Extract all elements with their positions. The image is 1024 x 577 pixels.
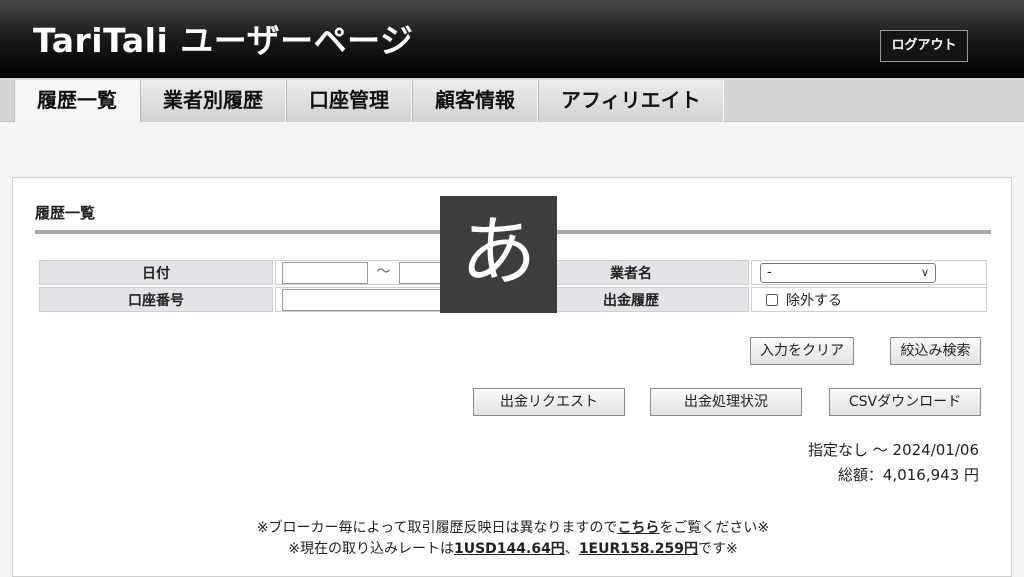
withdraw-history-cell: 除外する xyxy=(751,287,987,312)
date-from-input[interactable] xyxy=(282,261,368,284)
tab-history-list[interactable]: 履歴一覧 xyxy=(14,80,140,122)
notes: ※ブローカー毎によって取引履歴反映日は異なりますのでこちらをご覧ください※ ※現… xyxy=(13,518,1013,560)
eur-rate: 1EUR158.259円 xyxy=(578,541,699,557)
note-1-text-b: をご覧ください※ xyxy=(659,520,770,536)
main-nav: 履歴一覧 業者別履歴 口座管理 顧客情報 アフィリエイト xyxy=(0,78,1024,122)
site-title: TariTali ユーザーページ xyxy=(33,21,414,60)
tab-affiliate[interactable]: アフィリエイト xyxy=(538,80,724,122)
withdraw-status-button[interactable]: 出金処理状況 xyxy=(650,388,802,416)
account-label: 口座番号 xyxy=(39,287,273,312)
broker-select-value: - xyxy=(767,264,772,280)
logout-button[interactable]: ログアウト xyxy=(880,30,968,62)
tab-broker-history[interactable]: 業者別履歴 xyxy=(140,80,286,122)
date-range-summary: 指定なし ～ 2024/01/06 xyxy=(808,441,979,459)
withdraw-request-button[interactable]: 出金リクエスト xyxy=(473,388,625,416)
exclude-label: 除外する xyxy=(786,292,842,309)
header: TariTali ユーザーページ ログアウト xyxy=(0,0,1024,78)
exclude-checkbox[interactable] xyxy=(766,293,778,306)
note-2-text-a: ※現在の取り込みレートは xyxy=(288,541,454,557)
broker-cell: - ∨ xyxy=(751,260,987,285)
panel-title: 履歴一覧 xyxy=(35,204,96,222)
note-line-2: ※現在の取り込みレートは1USD144.64円、1EUR158.259円です※ xyxy=(13,539,1013,560)
ime-indicator: あ xyxy=(440,196,557,313)
usd-rate: 1USD144.64円 xyxy=(453,541,565,557)
reflection-date-link[interactable]: こちら xyxy=(617,520,659,536)
chevron-down-icon: ∨ xyxy=(920,265,929,279)
total-amount: 総額：4,016,943 円 xyxy=(837,466,979,484)
note-1-text-a: ※ブローカー毎によって取引履歴反映日は異なりますので xyxy=(256,520,618,536)
note-line-1: ※ブローカー毎によって取引履歴反映日は異なりますのでこちらをご覧ください※ xyxy=(13,518,1013,539)
tab-account-management[interactable]: 口座管理 xyxy=(286,80,412,122)
totals-summary: 指定なし ～ 2024/01/06 総額：4,016,943 円 xyxy=(808,438,979,488)
nav-tabs: 履歴一覧 業者別履歴 口座管理 顧客情報 アフィリエイト xyxy=(14,80,724,122)
date-separator: ～ xyxy=(376,264,391,281)
note-2-sep: 、 xyxy=(564,541,579,557)
date-label: 日付 xyxy=(39,260,273,285)
note-2-text-b: です※ xyxy=(698,541,738,557)
tab-customer-info[interactable]: 顧客情報 xyxy=(412,80,538,122)
clear-input-button[interactable]: 入力をクリア xyxy=(750,337,854,365)
broker-select[interactable]: - ∨ xyxy=(760,262,936,283)
filter-search-button[interactable]: 絞込み検索 xyxy=(890,337,981,365)
csv-download-button[interactable]: CSVダウンロード xyxy=(829,388,981,416)
